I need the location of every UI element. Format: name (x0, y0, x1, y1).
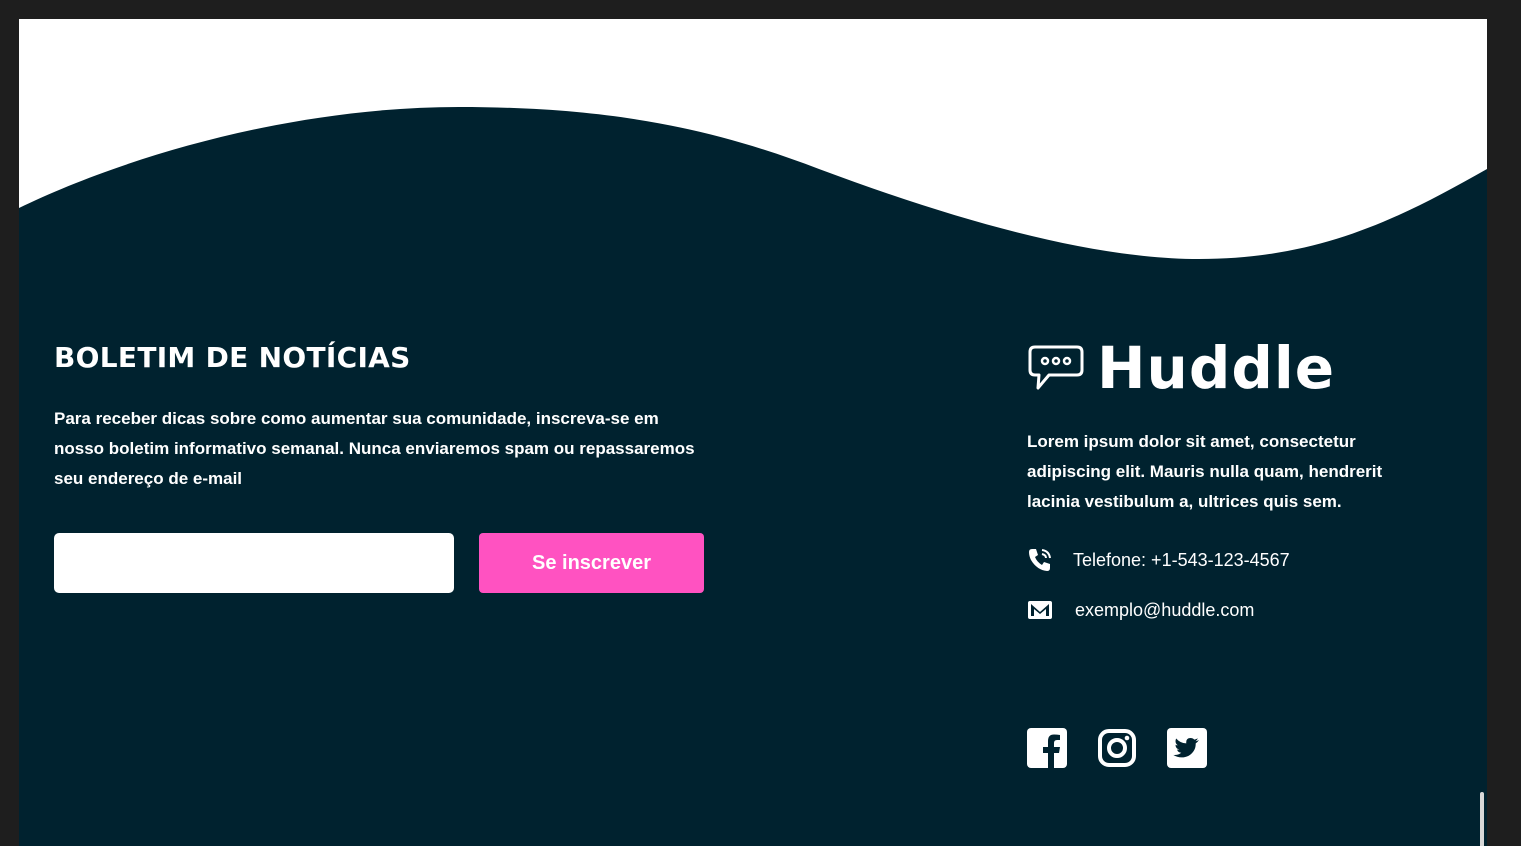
newsletter-email-input[interactable] (54, 533, 454, 593)
scrollbar-thumb[interactable] (1480, 792, 1484, 846)
twitter-icon[interactable] (1167, 728, 1207, 768)
instagram-icon[interactable] (1097, 728, 1137, 768)
browser-viewport: BOLETIM DE NOTÍCIAS Para receber dicas s… (19, 19, 1487, 846)
brand-logo[interactable]: Huddle (1027, 339, 1335, 397)
brand-name: Huddle (1097, 334, 1336, 402)
chat-bubble-icon (1028, 345, 1084, 390)
newsletter-title: BOLETIM DE NOTÍCIAS (54, 341, 411, 374)
contact-phone: Telefone: +1-543-123-4567 (1027, 547, 1290, 573)
newsletter-description: Para receber dicas sobre como aumentar s… (54, 409, 695, 488)
subscribe-button[interactable]: Se inscrever (479, 533, 704, 593)
phone-number: Telefone: +1-543-123-4567 (1073, 549, 1290, 570)
brand-description: Lorem ipsum dolor sit amet, consectetur … (1027, 432, 1383, 511)
footer: BOLETIM DE NOTÍCIAS Para receber dicas s… (19, 19, 1487, 846)
phone-icon (1029, 549, 1051, 571)
contact-email: exemplo@huddle.com (1027, 597, 1254, 623)
email-address: exemplo@huddle.com (1075, 599, 1255, 620)
email-icon (1028, 601, 1052, 619)
footer-content: BOLETIM DE NOTÍCIAS Para receber dicas s… (19, 19, 1487, 846)
facebook-icon[interactable] (1027, 728, 1067, 768)
